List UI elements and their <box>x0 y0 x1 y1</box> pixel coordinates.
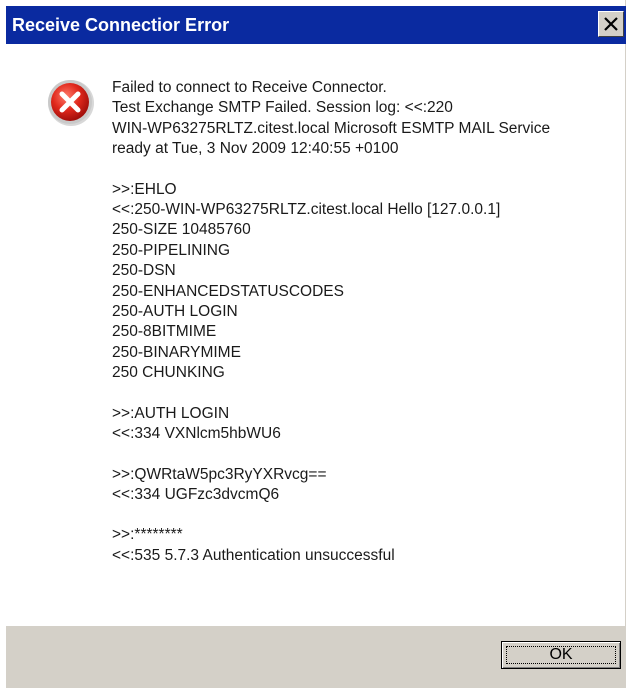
window-left-edge <box>0 0 6 688</box>
title-bar[interactable]: Receive Connectior Error <box>6 6 626 44</box>
message-line: 250-PIPELINING <box>112 241 231 259</box>
message-line: >>:******** <box>112 526 183 544</box>
close-button[interactable] <box>598 11 624 37</box>
message-line: 250-SIZE 10485760 <box>112 221 251 239</box>
message-line: 250-DSN <box>112 262 176 280</box>
message-line: >>:EHLO <box>112 180 177 198</box>
ok-button[interactable]: OK <box>501 641 621 669</box>
message-line: 250-ENHANCEDSTATUSCODES <box>112 282 344 300</box>
message-line: >>:AUTH LOGIN <box>112 404 230 422</box>
error-message: Failed to connect to Receive Connector. … <box>112 78 607 586</box>
button-bar: OK <box>6 626 626 688</box>
message-line: WIN-WP63275RLTZ.citest.local Microsoft E… <box>112 119 551 137</box>
message-line: Test Exchange SMTP Failed. Session log: … <box>112 99 453 117</box>
message-group-auth: >>:AUTH LOGIN <<:334 VXNlcm5hbWU6 <box>112 404 607 445</box>
message-line: <<:535 5.7.3 Authentication unsuccessful <box>112 546 395 564</box>
message-group-password: >>:******** <<:535 5.7.3 Authentication … <box>112 525 607 566</box>
close-icon <box>604 17 618 31</box>
message-line: <<:334 VXNlcm5hbWU6 <box>112 425 281 443</box>
message-group-ehlo: >>:EHLO <<:250-WIN-WP63275RLTZ.citest.lo… <box>112 180 607 384</box>
message-line: 250 CHUNKING <box>112 364 225 382</box>
message-line: 250-BINARYMIME <box>112 343 241 361</box>
message-line: 250-8BITMIME <box>112 323 217 341</box>
message-line: <<:250-WIN-WP63275RLTZ.citest.local Hell… <box>112 201 501 219</box>
message-line: Failed to connect to Receive Connector. <box>112 79 387 96</box>
message-group-summary: Failed to connect to Receive Connector. … <box>112 78 607 160</box>
message-group-username: >>:QWRtaW5pc3RyYXRvcg== <<:334 UGFzc3dvc… <box>112 465 607 506</box>
window-title: Receive Connectior Error <box>12 15 230 35</box>
message-line: ready at Tue, 3 Nov 2009 12:40:55 +0100 <box>112 140 399 158</box>
error-dialog: Receive Connectior Error Failed to conne… <box>0 0 626 688</box>
message-line: <<:334 UGFzc3dvcmQ6 <box>112 485 280 503</box>
message-line: 250-AUTH LOGIN <box>112 303 238 321</box>
error-x-circle-icon <box>46 78 96 128</box>
message-line: >>:QWRtaW5pc3RyYXRvcg== <box>112 465 327 483</box>
ok-button-label: OK <box>549 646 573 663</box>
